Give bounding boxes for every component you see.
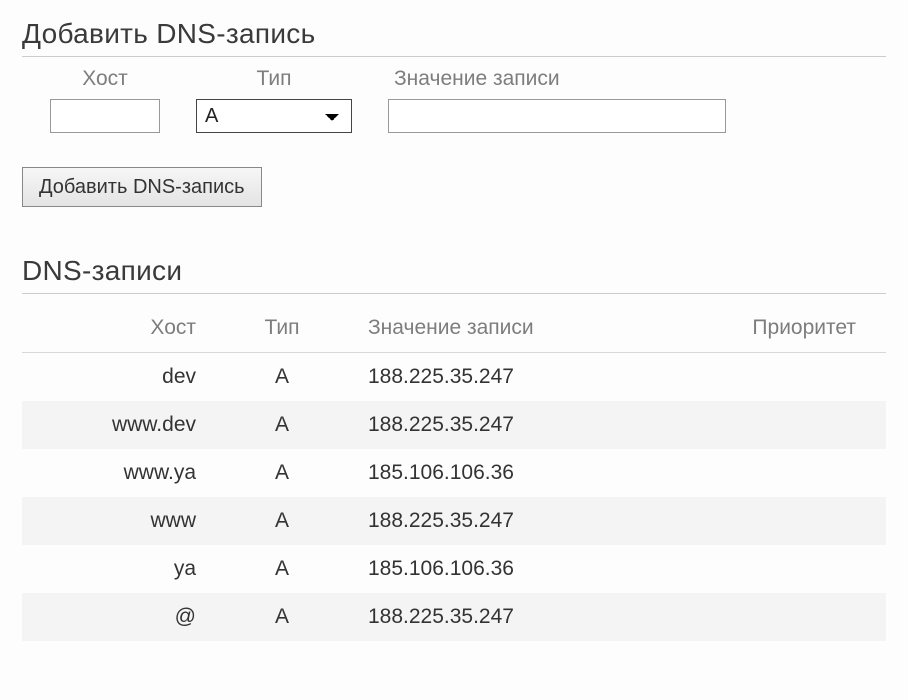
cell-value: 188.225.35.247 <box>342 497 696 545</box>
host-label: Хост <box>82 67 128 91</box>
divider <box>22 56 886 57</box>
table-row: www.devA188.225.35.247 <box>22 401 886 449</box>
cell-type: A <box>222 401 342 449</box>
cell-type: A <box>222 449 342 497</box>
cell-host: www.dev <box>22 401 222 449</box>
host-input[interactable] <box>50 99 160 133</box>
add-record-form: Хост Тип A Значение записи <box>22 67 886 133</box>
table-header-row: Хост Тип Значение записи Приоритет <box>22 304 886 353</box>
value-field: Значение записи <box>388 67 726 133</box>
cell-host: dev <box>22 353 222 402</box>
cell-value: 188.225.35.247 <box>342 401 696 449</box>
cell-type: A <box>222 497 342 545</box>
cell-priority <box>696 545 886 593</box>
table-row: devA188.225.35.247 <box>22 353 886 402</box>
divider <box>22 293 886 294</box>
cell-host: @ <box>22 593 222 641</box>
cell-priority <box>696 401 886 449</box>
add-record-button[interactable]: Добавить DNS-запись <box>22 167 262 207</box>
cell-priority <box>696 353 886 402</box>
cell-host: www.ya <box>22 449 222 497</box>
host-field: Хост <box>50 67 160 133</box>
value-label: Значение записи <box>388 67 560 91</box>
type-select[interactable]: A <box>196 99 352 133</box>
cell-priority <box>696 497 886 545</box>
table-row: www.yaA185.106.106.36 <box>22 449 886 497</box>
col-header-type: Тип <box>222 304 342 353</box>
add-record-heading: Добавить DNS-запись <box>22 18 886 50</box>
cell-host: ya <box>22 545 222 593</box>
cell-host: www <box>22 497 222 545</box>
cell-type: A <box>222 353 342 402</box>
cell-value: 185.106.106.36 <box>342 545 696 593</box>
type-label: Тип <box>256 67 291 91</box>
value-input[interactable] <box>388 99 726 133</box>
table-row: @A188.225.35.247 <box>22 593 886 641</box>
col-header-host: Хост <box>22 304 222 353</box>
table-row: yaA185.106.106.36 <box>22 545 886 593</box>
records-table: Хост Тип Значение записи Приоритет devA1… <box>22 304 886 641</box>
cell-priority <box>696 449 886 497</box>
cell-value: 188.225.35.247 <box>342 353 696 402</box>
col-header-priority: Приоритет <box>696 304 886 353</box>
table-row: wwwA188.225.35.247 <box>22 497 886 545</box>
cell-value: 188.225.35.247 <box>342 593 696 641</box>
col-header-value: Значение записи <box>342 304 696 353</box>
records-heading: DNS-записи <box>22 255 886 287</box>
cell-priority <box>696 593 886 641</box>
cell-type: A <box>222 593 342 641</box>
cell-value: 185.106.106.36 <box>342 449 696 497</box>
cell-type: A <box>222 545 342 593</box>
type-field: Тип A <box>196 67 352 133</box>
